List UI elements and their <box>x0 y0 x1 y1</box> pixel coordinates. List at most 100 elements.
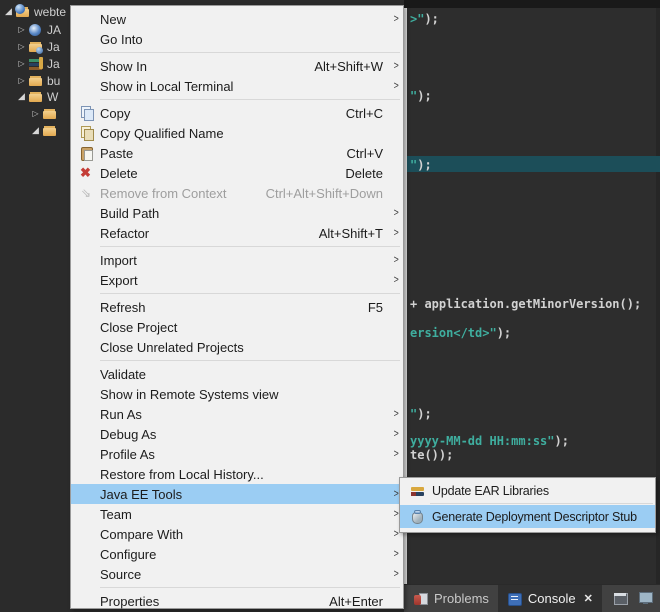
code-line: te()); <box>410 448 453 462</box>
tree-expander-icon[interactable]: ◢ <box>29 122 42 139</box>
copy-icon <box>74 105 100 121</box>
code-line: "); <box>410 407 432 421</box>
submenu-arrow-icon: > <box>393 568 399 580</box>
restore-view-icon[interactable] <box>613 590 629 606</box>
submenu-arrow-icon: > <box>393 207 399 219</box>
code-text: ); <box>417 158 432 172</box>
menu-item-refactor[interactable]: Refactor Alt+Shift+T > <box>71 223 403 243</box>
menu-item-source[interactable]: Source > <box>71 564 403 584</box>
menu-item-label: Copy <box>100 105 131 121</box>
menu-item-shortcut: Alt+Shift+T <box>318 225 383 241</box>
remove-context-glyph <box>79 185 95 201</box>
folder-icon <box>42 106 58 122</box>
menu-item-compare-with[interactable]: Compare With > <box>71 524 403 544</box>
menu-item-copy[interactable]: Copy Ctrl+C <box>71 103 403 123</box>
tree-expander-icon[interactable]: ▷ <box>15 21 28 38</box>
menu-item-team[interactable]: Team > <box>71 504 403 524</box>
folder-icon <box>28 73 44 89</box>
js-res-icon <box>28 56 44 72</box>
code-text: ersion</td>" <box>410 326 497 340</box>
eclipse-workbench: >"); "); "); + application.getMinorVersion(… <box>0 0 660 612</box>
submenu-arrow-icon: > <box>393 274 399 286</box>
menu-item-validate[interactable]: Validate <box>71 364 403 384</box>
menu-item-delete[interactable]: Delete Delete <box>71 163 403 183</box>
tab-label: Problems <box>434 591 489 606</box>
menu-item-label: Export <box>100 272 138 288</box>
submenu-arrow-icon: > <box>393 254 399 266</box>
code-text: >" <box>410 12 425 26</box>
menu-item-build-path[interactable]: Build Path > <box>71 203 403 223</box>
code-line: "); <box>410 158 432 172</box>
tree-item-label: bu <box>47 73 61 88</box>
menu-item-shortcut: Delete <box>345 165 383 181</box>
delete-icon <box>74 165 100 181</box>
menu-item-remove-from-context[interactable]: Remove from Context Ctrl+Alt+Shift+Down <box>71 183 403 203</box>
tree-expander-icon[interactable]: ▷ <box>29 105 42 122</box>
menu-item-new[interactable]: New > <box>71 9 403 29</box>
menu-item-label: Go Into <box>100 31 143 47</box>
tree-expander-icon[interactable]: ▷ <box>15 55 28 72</box>
menu-item-go-into[interactable]: Go Into <box>71 29 403 49</box>
tab-problems[interactable]: Problems <box>404 585 498 612</box>
menu-item-properties[interactable]: Properties Alt+Enter <box>71 591 403 611</box>
menu-item-profile-as[interactable]: Profile As > <box>71 444 403 464</box>
tree-item-label: webte <box>34 4 67 19</box>
menu-item-show-in[interactable]: Show In Alt+Shift+W > <box>71 56 403 76</box>
editor-scrollbar[interactable] <box>656 8 660 584</box>
generate-dd-icon <box>404 509 432 525</box>
close-icon[interactable]: ✕ <box>584 592 593 605</box>
menu-item-refresh[interactable]: Refresh F5 <box>71 297 403 317</box>
menu-item-show-in-local-terminal[interactable]: Show in Local Terminal > <box>71 76 403 96</box>
tab-console[interactable]: Console ✕ <box>497 584 602 612</box>
menu-item-import[interactable]: Import > <box>71 250 403 270</box>
open-console-icon[interactable] <box>638 590 654 606</box>
tree-expander-icon[interactable]: ◢ <box>15 88 28 105</box>
menu-item-configure[interactable]: Configure > <box>71 544 403 564</box>
delete-glyph <box>79 165 95 181</box>
code-text: yyyy-MM-dd HH:mm:ss" <box>410 434 555 448</box>
menu-item-show-in-remote-systems-view[interactable]: Show in Remote Systems view <box>71 384 403 404</box>
tree-expander-icon[interactable]: ◢ <box>2 3 15 20</box>
menu-item-label: Configure <box>100 546 157 562</box>
menu-item-label: Source <box>100 566 142 582</box>
menu-separator <box>100 587 400 588</box>
menu-separator <box>100 293 400 294</box>
generate-dd-glyph <box>410 509 426 525</box>
menu-item-label: Remove from Context <box>100 185 227 201</box>
java-ee-tools-submenu: Update EAR Libraries Generate Deployment … <box>399 477 656 533</box>
menu-separator <box>100 360 400 361</box>
menu-item-label: Close Unrelated Projects <box>100 339 244 355</box>
submenu-arrow-icon: > <box>393 488 399 500</box>
code-text: te()); <box>410 448 454 462</box>
tree-expander-icon[interactable]: ▷ <box>15 38 28 55</box>
menu-item-run-as[interactable]: Run As > <box>71 404 403 424</box>
submenu-item-update-ear-libraries[interactable]: Update EAR Libraries <box>400 479 655 502</box>
submenu-item-generate-deployment-descriptor-stub[interactable]: Generate Deployment Descriptor Stub <box>400 505 655 528</box>
menu-item-label: Delete <box>100 165 138 181</box>
menu-item-close-project[interactable]: Close Project <box>71 317 403 337</box>
code-text: ); <box>417 89 432 103</box>
paste-icon <box>74 145 100 161</box>
menu-item-label: Build Path <box>100 205 160 221</box>
menu-item-label: Properties <box>100 593 160 609</box>
menu-item-java-ee-tools[interactable]: Java EE Tools > <box>71 484 403 504</box>
menu-item-paste[interactable]: Paste Ctrl+V <box>71 143 403 163</box>
code-line: "); <box>410 89 432 103</box>
tab-label: Console <box>527 591 576 606</box>
code-text: ); <box>417 407 432 421</box>
code-text: ); <box>554 434 569 448</box>
menu-item-label: Paste <box>100 145 134 161</box>
menu-item-restore-from-local-history[interactable]: Restore from Local History... <box>71 464 403 484</box>
menu-item-debug-as[interactable]: Debug As > <box>71 424 403 444</box>
console-icon <box>507 591 523 607</box>
menu-item-copy-qualified-name[interactable]: Copy Qualified Name <box>71 123 403 143</box>
view-toolbar <box>613 590 654 606</box>
menu-item-close-unrelated-projects[interactable]: Close Unrelated Projects <box>71 337 403 357</box>
code-line: ersion</td>"); <box>410 326 511 340</box>
menu-item-shortcut: Alt+Shift+W <box>314 58 383 74</box>
menu-item-export[interactable]: Export > <box>71 270 403 290</box>
tree-expander-icon[interactable]: ▷ <box>15 72 28 89</box>
tree-item-label: W <box>47 89 59 104</box>
menu-item-label: Team <box>100 506 132 522</box>
menu-separator <box>100 99 400 100</box>
